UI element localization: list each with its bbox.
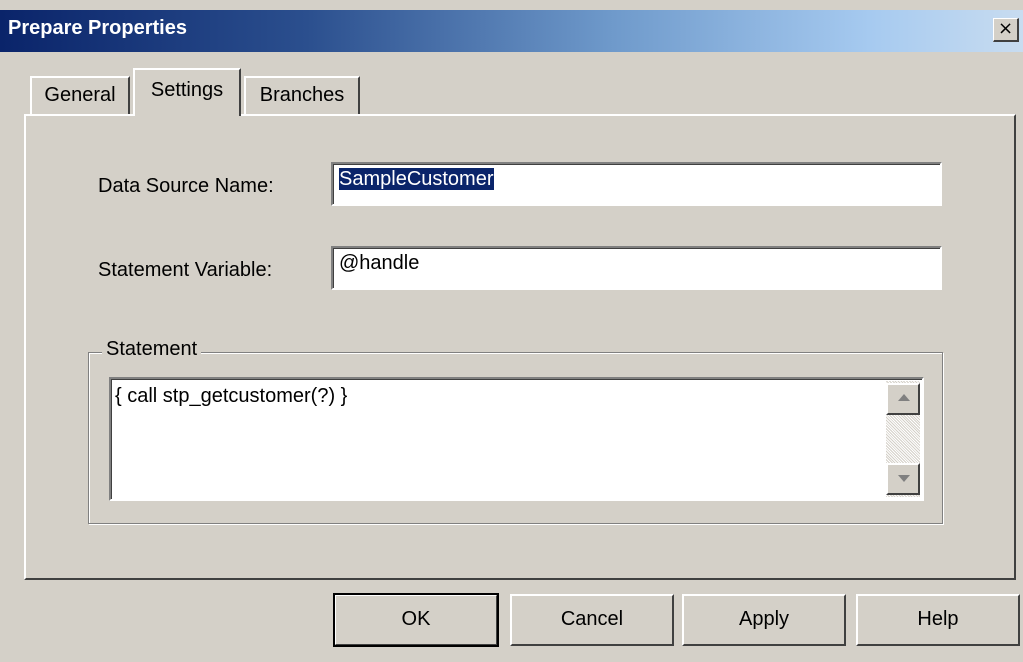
scroll-down-button[interactable] [886, 463, 920, 495]
data-source-name-value: SampleCustomer [339, 168, 494, 190]
arrow-down-icon [898, 475, 910, 482]
prepare-properties-dialog: Prepare Properties × General Settings Br… [0, 0, 1023, 662]
window-title: Prepare Properties [8, 17, 187, 39]
arrow-up-icon [898, 394, 910, 401]
tab-branches[interactable]: Branches [244, 76, 360, 114]
data-source-name-input[interactable]: SampleCustomer [331, 162, 942, 206]
statement-variable-input[interactable]: @handle [331, 246, 942, 290]
statement-textarea[interactable]: { call stp_getcustomer(?) } [109, 377, 924, 501]
statement-variable-label: Statement Variable: [98, 259, 273, 281]
statement-scrollbar[interactable] [886, 381, 920, 497]
close-button[interactable]: × [993, 18, 1019, 42]
tab-general[interactable]: General [30, 76, 130, 114]
data-source-name-label: Data Source Name: [98, 175, 274, 197]
scroll-up-button[interactable] [886, 383, 920, 415]
close-icon: × [997, 18, 1014, 39]
help-button[interactable]: Help [856, 594, 1020, 646]
statement-text: { call stp_getcustomer(?) } [115, 385, 348, 407]
statement-group-legend: Statement [102, 338, 202, 361]
title-bar[interactable]: Prepare Properties × [0, 10, 1023, 52]
tab-settings[interactable]: Settings [133, 68, 241, 116]
ok-button[interactable]: OK [333, 593, 499, 647]
statement-variable-value: @handle [339, 252, 420, 274]
cancel-button[interactable]: Cancel [510, 594, 674, 646]
apply-button[interactable]: Apply [682, 594, 846, 646]
